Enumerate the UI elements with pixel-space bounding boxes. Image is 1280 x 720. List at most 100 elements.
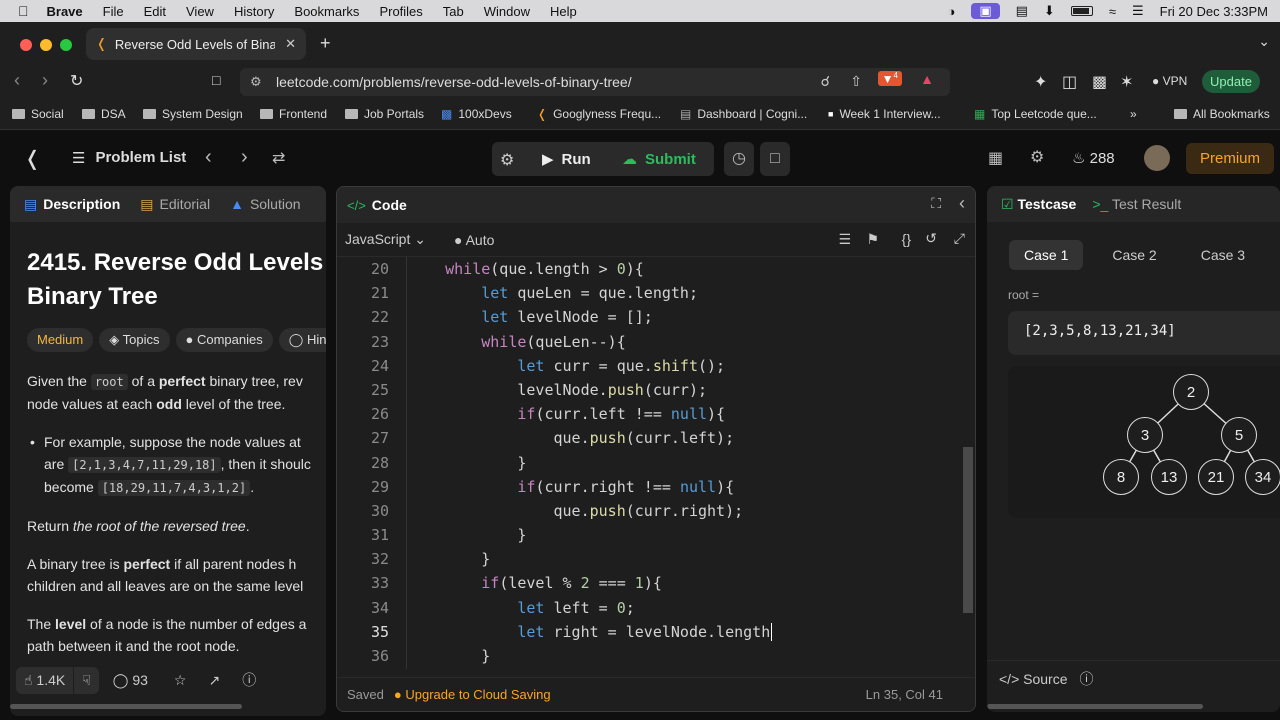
run-button[interactable]: ▶ Run bbox=[542, 150, 591, 169]
braces-icon[interactable]: {} bbox=[902, 231, 911, 247]
fullscreen-icon[interactable]: ⛶ bbox=[931, 195, 941, 212]
sidebar-icon[interactable]: ◫ bbox=[1062, 72, 1077, 92]
forward-icon[interactable]: › bbox=[42, 70, 48, 91]
bookmark-dashboard[interactable]: ▤ Dashboard | Cogni... bbox=[680, 107, 807, 121]
code-line[interactable]: 25 levelNode.push(curr); bbox=[337, 378, 975, 402]
menu-history[interactable]: History bbox=[234, 4, 274, 19]
close-window-button[interactable] bbox=[20, 39, 32, 51]
control-center-icon[interactable]: ☰ bbox=[1132, 3, 1144, 19]
premium-button[interactable]: Premium bbox=[1186, 143, 1275, 174]
bookmark-googlyness[interactable]: ❬ Googlyness Frequ... bbox=[537, 107, 661, 121]
code-line[interactable]: 32 } bbox=[337, 547, 975, 571]
zoom-icon[interactable]: ☌ bbox=[821, 73, 830, 90]
share-icon[interactable]: ⇧ bbox=[850, 73, 862, 90]
bookmark-page-icon[interactable]: □ bbox=[212, 72, 220, 88]
menu-view[interactable]: View bbox=[186, 4, 214, 19]
share-link-icon[interactable]: ↗ bbox=[208, 672, 220, 689]
active-tab[interactable]: ❬ Reverse Odd Levels of Binary ✕ bbox=[86, 28, 306, 60]
code-line[interactable]: 21 let queLen = que.length; bbox=[337, 281, 975, 305]
case-1-tab[interactable]: Case 1 bbox=[1009, 240, 1084, 270]
code-line[interactable]: 22 let levelNode = []; bbox=[337, 305, 975, 329]
hints-button[interactable]: ◯ Hin bbox=[278, 328, 326, 352]
bookmark-system-design[interactable]: System Design bbox=[143, 107, 243, 121]
code-line[interactable]: 36 } bbox=[337, 644, 975, 668]
brave-shield-icon[interactable]: ▼4 bbox=[877, 71, 902, 86]
apple-icon[interactable]:  bbox=[18, 3, 29, 19]
companies-button[interactable]: ● Companies bbox=[175, 328, 273, 352]
screen-share-icon[interactable]: ▣ bbox=[971, 3, 1000, 19]
battery-icon[interactable] bbox=[1070, 6, 1093, 16]
bookmark-100xdevs[interactable]: ▩ 100xDevs bbox=[441, 107, 512, 121]
problem-list-button[interactable]: ☰ Problem List bbox=[72, 149, 186, 167]
shuffle-icon[interactable]: ⇄ bbox=[272, 148, 285, 168]
menu-tab[interactable]: Tab bbox=[443, 4, 464, 19]
leo-icon[interactable]: ✶ bbox=[1120, 72, 1133, 92]
code-line[interactable]: 33 if(level % 2 === 1){ bbox=[337, 571, 975, 595]
collapse-icon[interactable]: ‹ bbox=[959, 193, 965, 214]
reload-icon[interactable]: ↻ bbox=[70, 71, 83, 91]
like-button[interactable]: ☝ 1.4K bbox=[16, 666, 74, 694]
star-icon[interactable]: ☆ bbox=[174, 672, 187, 689]
maximize-window-button[interactable] bbox=[60, 39, 72, 51]
case-2-tab[interactable]: Case 2 bbox=[1097, 240, 1171, 270]
streak-counter[interactable]: ♨ 288 bbox=[1072, 149, 1115, 167]
language-select[interactable]: JavaScript ⌄ bbox=[345, 231, 426, 248]
horizontal-scrollbar[interactable] bbox=[987, 704, 1203, 709]
new-tab-button[interactable]: + bbox=[320, 33, 331, 54]
update-button[interactable]: Update bbox=[1202, 70, 1260, 93]
notes-icon[interactable]: □ bbox=[760, 142, 790, 176]
menu-window[interactable]: Window bbox=[484, 4, 530, 19]
code-area[interactable]: 20 while(que.length > 0){21 let queLen =… bbox=[337, 257, 975, 668]
wallet-icon[interactable]: ▩ bbox=[1092, 72, 1107, 92]
code-line[interactable]: 31 } bbox=[337, 523, 975, 547]
tab-editorial[interactable]: ▤ Editorial bbox=[140, 196, 210, 213]
status-circle-icon[interactable]: ◑ bbox=[947, 4, 955, 19]
back-icon[interactable]: ‹ bbox=[14, 70, 20, 91]
clock[interactable]: Fri 20 Dec 3:33PM bbox=[1160, 4, 1268, 19]
bookmark-dsa[interactable]: DSA bbox=[82, 107, 126, 121]
bookmark-job-portals[interactable]: Job Portals bbox=[345, 107, 424, 121]
code-line[interactable]: 34 let left = 0; bbox=[337, 596, 975, 620]
menu-app-name[interactable]: Brave bbox=[47, 4, 83, 19]
code-line[interactable]: 23 while(queLen--){ bbox=[337, 330, 975, 354]
debug-icon[interactable]: ⚙ bbox=[500, 150, 514, 170]
settings-gear-icon[interactable]: ⚙ bbox=[1030, 147, 1044, 167]
timer-icon[interactable]: ◷ bbox=[724, 142, 754, 176]
prev-problem-icon[interactable]: ‹ bbox=[205, 146, 212, 169]
root-input[interactable]: [2,3,5,8,13,21,34] bbox=[1008, 311, 1280, 355]
code-line[interactable]: 26 if(curr.left !== null){ bbox=[337, 402, 975, 426]
code-line[interactable]: 30 que.push(curr.right); bbox=[337, 499, 975, 523]
wifi-icon[interactable]: ≈ bbox=[1109, 4, 1116, 19]
code-line[interactable]: 27 que.push(curr.left); bbox=[337, 426, 975, 450]
bookmark-all[interactable]: All Bookmarks bbox=[1174, 107, 1270, 121]
display-icon[interactable]: ▤ bbox=[1016, 3, 1028, 19]
tab-test-result[interactable]: >_ Test Result bbox=[1092, 196, 1181, 212]
next-problem-icon[interactable]: › bbox=[241, 146, 248, 169]
menu-file[interactable]: File bbox=[103, 4, 124, 19]
tab-testcase[interactable]: ☑ Testcase bbox=[1001, 196, 1076, 213]
code-line[interactable]: 35 let right = levelNode.length bbox=[337, 620, 975, 644]
bookmark-icon[interactable]: ⚑ bbox=[866, 231, 879, 248]
close-tab-icon[interactable]: ✕ bbox=[285, 36, 296, 52]
comments-button[interactable]: ◯ 93 bbox=[113, 672, 148, 689]
autocomplete-toggle[interactable]: ● Auto bbox=[454, 232, 494, 248]
bookmark-week1[interactable]: ■ Week 1 Interview... bbox=[828, 107, 941, 121]
source-button[interactable]: </> Source bbox=[999, 671, 1068, 687]
tab-overflow-icon[interactable]: ⌄ bbox=[1258, 33, 1270, 50]
site-settings-icon[interactable]: ⚙ bbox=[250, 74, 262, 90]
brave-rewards-icon[interactable]: ▲ bbox=[920, 71, 934, 87]
menu-bookmarks[interactable]: Bookmarks bbox=[294, 4, 359, 19]
topics-button[interactable]: ◈ Topics bbox=[99, 328, 170, 352]
vpn-button[interactable]: ● VPN bbox=[1152, 74, 1187, 88]
horizontal-scrollbar[interactable] bbox=[10, 704, 242, 709]
submit-button[interactable]: ☁ Submit bbox=[622, 150, 696, 169]
leetcode-logo-icon[interactable]: ❬ bbox=[24, 146, 41, 171]
menu-edit[interactable]: Edit bbox=[144, 4, 166, 19]
extensions-icon[interactable]: ✦ bbox=[1034, 72, 1047, 92]
code-line[interactable]: 20 while(que.length > 0){ bbox=[337, 257, 975, 281]
menu-help[interactable]: Help bbox=[550, 4, 577, 19]
reset-icon[interactable]: ↺ bbox=[925, 230, 937, 247]
code-line[interactable]: 28 } bbox=[337, 451, 975, 475]
help-icon[interactable]: ⓘ bbox=[242, 670, 256, 690]
dislike-button[interactable]: ☟ bbox=[74, 666, 99, 694]
